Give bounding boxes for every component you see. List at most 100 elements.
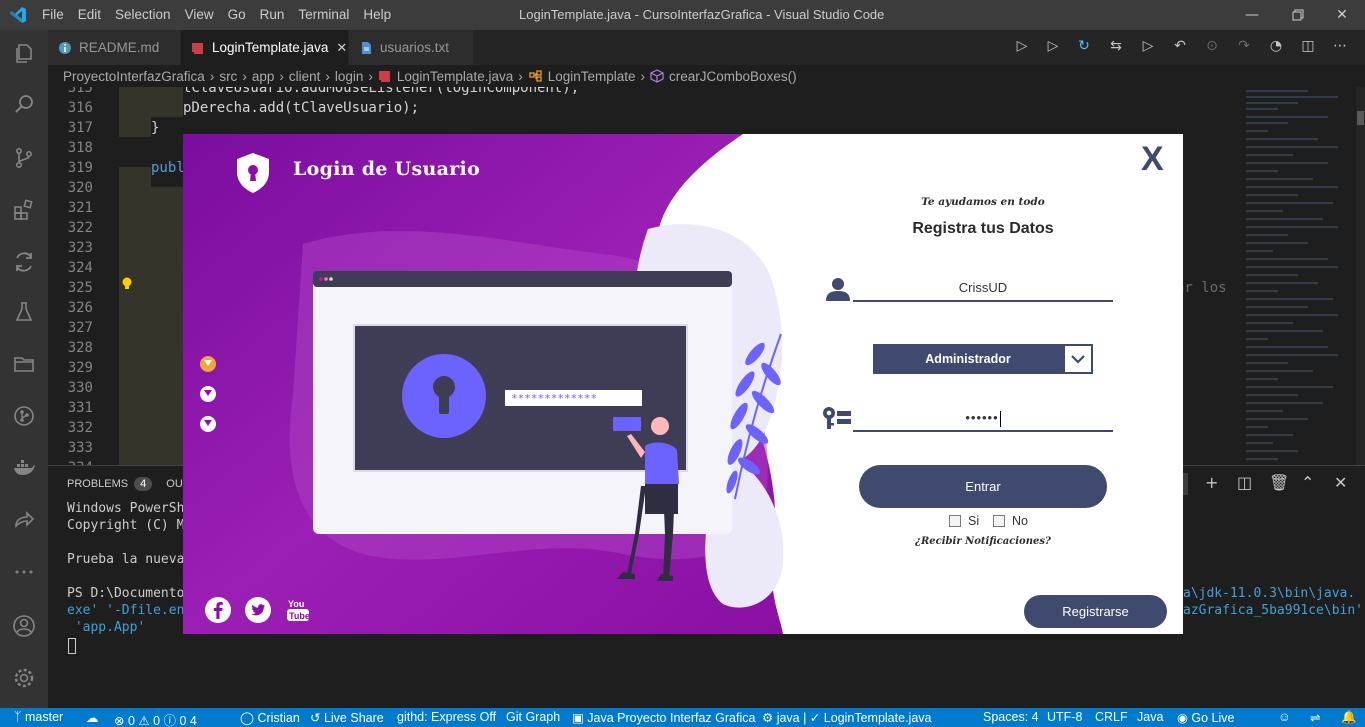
commit-icon[interactable]: ⊙ xyxy=(1202,38,1222,58)
breadcrumb-item[interactable]: app xyxy=(252,69,275,84)
user-icon xyxy=(826,278,850,301)
encoding-status[interactable]: UTF-8 xyxy=(1047,710,1082,724)
line-number: 315 xyxy=(67,87,93,96)
java-status[interactable]: ⚙ java | ✓ LoginTemplate.java xyxy=(762,710,931,725)
split-editor-icon[interactable]: ◫ xyxy=(1298,38,1318,58)
live-share-status[interactable]: ↺ Live Share xyxy=(310,710,384,725)
testing-flask-icon[interactable] xyxy=(0,288,48,336)
youtube-icon[interactable]: You Tube xyxy=(286,597,310,623)
sync-icon[interactable]: ↻ xyxy=(1074,38,1094,58)
tab-readme[interactable]: README.md xyxy=(48,30,180,65)
user-status[interactable]: ◯ Cristian xyxy=(240,710,300,725)
source-control-icon[interactable] xyxy=(0,134,48,182)
login-illustration: ************* xyxy=(183,134,783,634)
remote-icon[interactable]: ⇌ xyxy=(1310,710,1320,725)
register-button[interactable]: Registrarse xyxy=(1024,595,1167,628)
live-share-icon[interactable] xyxy=(0,496,48,544)
shield-lock-icon xyxy=(237,153,269,193)
checkbox-no[interactable]: No xyxy=(993,514,1028,528)
password-field[interactable]: •••••• xyxy=(853,404,1113,432)
status-bar: ᛉ master ☁ ⊗ 0 ⚠ 0 ⓘ 0 4 ◯ Cristian ↺ Li… xyxy=(0,708,1365,727)
search-icon[interactable] xyxy=(0,80,48,128)
breadcrumb-item[interactable]: src xyxy=(219,69,237,84)
role-select[interactable]: Administrador xyxy=(873,344,1093,374)
login-subtitle: Te ayudamos en todo xyxy=(921,196,1045,208)
breadcrumb-item[interactable]: LoginTemplate xyxy=(548,69,636,84)
tab-usuarios[interactable]: usuarios.txt xyxy=(349,30,473,65)
editor-scrollbar[interactable] xyxy=(1356,87,1365,465)
new-terminal-icon[interactable]: + xyxy=(1205,473,1218,492)
account-icon[interactable] xyxy=(0,602,48,650)
svg-text:You: You xyxy=(288,599,304,609)
maximize-panel-icon[interactable]: ⌃ xyxy=(1301,473,1314,492)
explorer-icon[interactable] xyxy=(0,30,48,78)
close-panel-icon[interactable]: ✕ xyxy=(1334,473,1347,492)
githd-status[interactable]: githd: Express Off xyxy=(397,710,496,724)
menu-edit[interactable]: Edit xyxy=(78,7,101,22)
sync-status-icon[interactable]: ☁ xyxy=(86,710,99,725)
more-icon[interactable] xyxy=(0,548,48,596)
chevron-down-icon[interactable] xyxy=(1065,346,1091,372)
activity-bar xyxy=(0,30,48,708)
facebook-icon[interactable] xyxy=(205,597,231,623)
menu-file[interactable]: File xyxy=(42,7,64,22)
menu-selection[interactable]: Selection xyxy=(115,7,171,22)
minimap[interactable] xyxy=(1238,87,1356,465)
vscode-window: File Edit Selection View Go Run Terminal… xyxy=(0,0,1365,727)
eol-status[interactable]: CRLF xyxy=(1095,710,1128,724)
username-field[interactable]: CrissUD xyxy=(853,274,1113,302)
breadcrumb-item[interactable]: login xyxy=(335,69,364,84)
run-icon[interactable]: ▷ xyxy=(1012,38,1032,58)
breadcrumb-item[interactable]: client xyxy=(289,69,321,84)
minimize-button[interactable]: — xyxy=(1229,0,1275,30)
key-icon xyxy=(823,407,851,429)
more-actions-icon[interactable]: ⋯ xyxy=(1330,38,1350,58)
go-live-status[interactable]: ◉ Go Live xyxy=(1177,710,1234,725)
spaces-status[interactable]: Spaces: 4 xyxy=(983,710,1039,724)
enter-button[interactable]: Entrar xyxy=(859,465,1107,508)
close-login-button[interactable]: X xyxy=(1141,140,1164,179)
restore-button[interactable] xyxy=(1275,0,1321,30)
menu-view[interactable]: View xyxy=(185,7,214,22)
trash-icon[interactable]: 🗑 xyxy=(1269,473,1289,492)
extensions-icon[interactable] xyxy=(0,186,48,234)
play-icon[interactable]: ▷ xyxy=(1138,38,1158,58)
menu-help[interactable]: Help xyxy=(363,7,391,22)
close-window-button[interactable]: ✕ xyxy=(1319,0,1365,30)
menu-go[interactable]: Go xyxy=(228,7,246,22)
branch-status[interactable]: ᛉ master xyxy=(14,710,63,724)
login-dialog: ************* Login de Usuario You Tube … xyxy=(183,134,1183,634)
breadcrumb-item[interactable]: crearJComboBoxes() xyxy=(669,69,797,84)
settings-gear-icon[interactable] xyxy=(0,654,48,702)
timeline-icon[interactable]: ◔ xyxy=(1266,38,1286,58)
twitter-icon[interactable] xyxy=(245,597,271,623)
debug-run-icon[interactable]: ▷ xyxy=(1043,38,1063,58)
git-diff-icon[interactable] xyxy=(0,238,48,286)
go-forward-icon[interactable]: ↷ xyxy=(1234,38,1254,58)
git-graph-icon[interactable] xyxy=(0,392,48,440)
checkbox-yes[interactable]: Si xyxy=(949,514,979,528)
tab-close-icon[interactable]: ✕ xyxy=(336,40,347,56)
split-terminal-icon[interactable]: ◫ xyxy=(1237,473,1252,492)
problems-count-badge: 4 xyxy=(134,477,153,491)
breadcrumb-item[interactable]: ProyectoInterfazGrafica xyxy=(63,69,205,84)
git-graph-status[interactable]: Git Graph xyxy=(506,710,560,724)
docker-icon[interactable] xyxy=(0,444,48,492)
menu-run[interactable]: Run xyxy=(260,7,285,22)
project-status[interactable]: ▣ Java Proyecto Interfaz Grafica xyxy=(572,710,755,725)
menu-terminal[interactable]: Terminal xyxy=(298,7,349,22)
lightbulb-icon[interactable] xyxy=(121,277,133,291)
feedback-icon[interactable]: ☺ xyxy=(1278,710,1291,724)
tab-logintemplate[interactable]: LoginTemplate.java ✕ xyxy=(181,30,348,65)
breadcrumb-item[interactable]: LoginTemplate.java xyxy=(397,69,513,84)
tab-label: LoginTemplate.java xyxy=(212,40,329,55)
problems-status[interactable]: ⊗ 0 ⚠ 0 ⓘ 0 4 xyxy=(114,710,197,727)
tab-output[interactable]: OU xyxy=(166,478,183,490)
compare-icon[interactable]: ⇆ xyxy=(1106,38,1126,58)
notifications-icon[interactable]: 🔔 xyxy=(1341,710,1357,725)
tab-problems[interactable]: PROBLEMS xyxy=(67,478,128,490)
language-status[interactable]: Java xyxy=(1137,710,1163,724)
project-folder-icon[interactable] xyxy=(0,340,48,388)
go-back-icon[interactable]: ↶ xyxy=(1170,38,1190,58)
svg-text:Tube: Tube xyxy=(289,611,310,621)
